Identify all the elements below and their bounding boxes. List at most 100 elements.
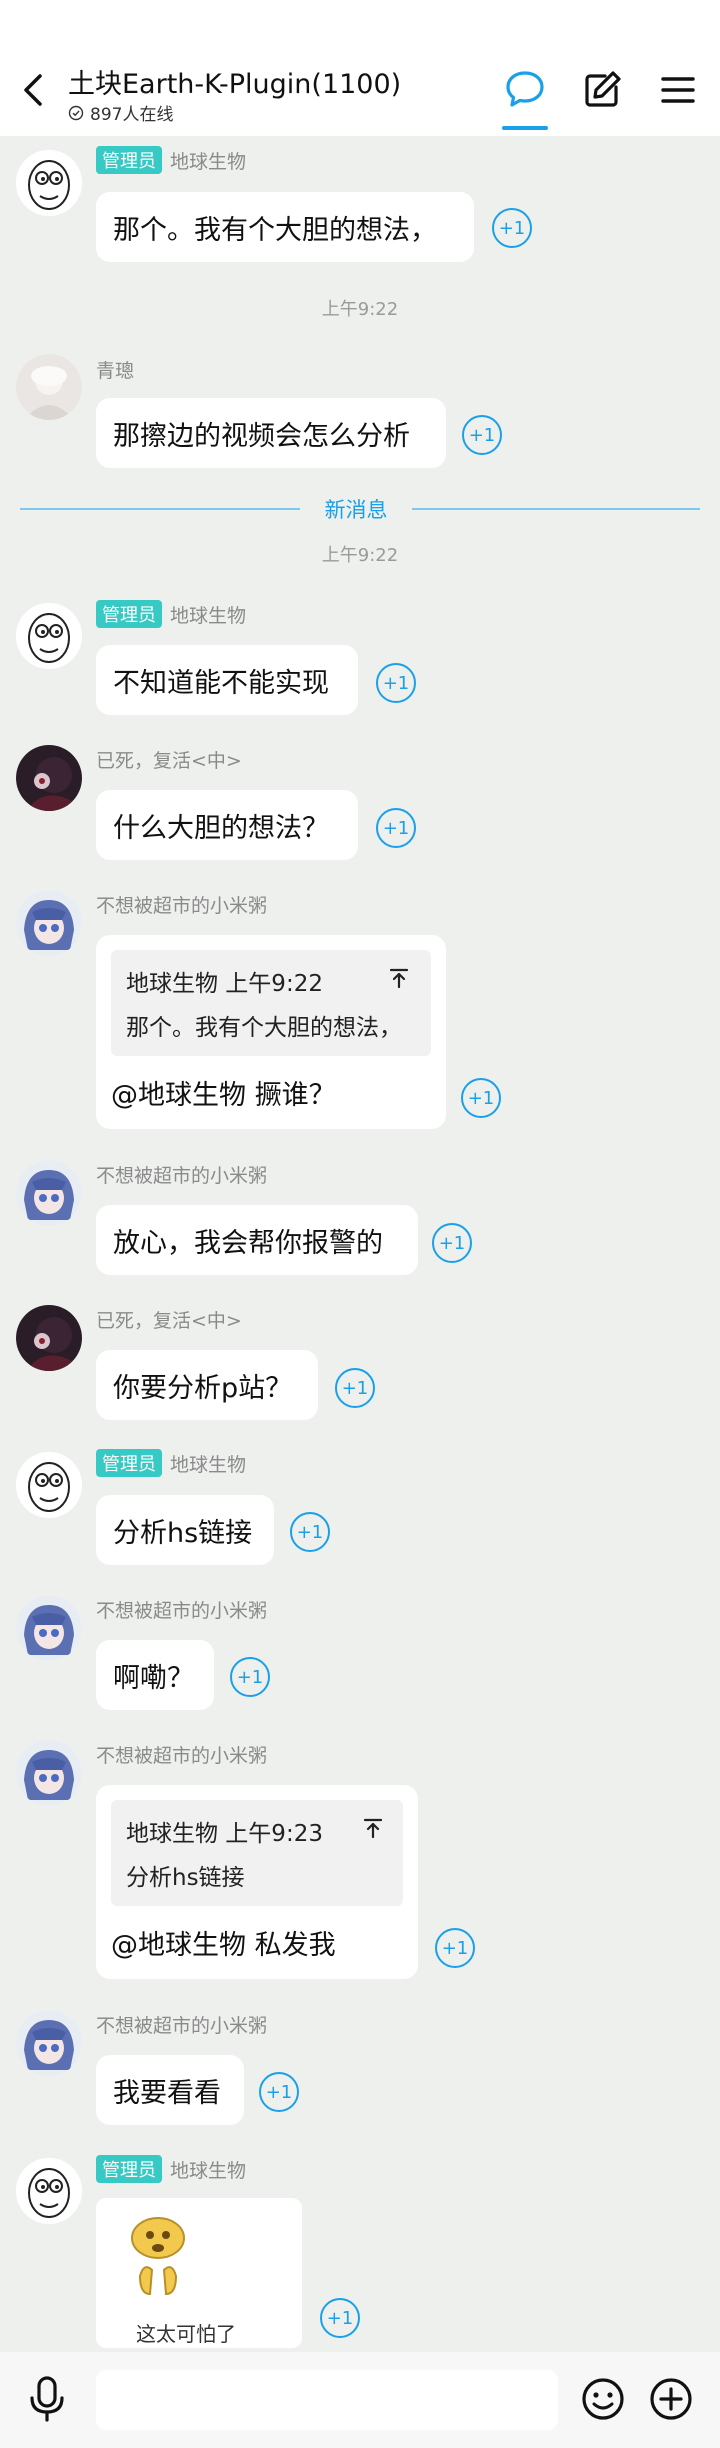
avatar-rage-face[interactable] (16, 2158, 82, 2224)
chat-tab-button[interactable] (503, 68, 547, 112)
message-bubble[interactable]: 我要看看 (96, 2055, 244, 2125)
rage-face-icon (16, 2158, 82, 2224)
hamburger-menu-icon (661, 77, 695, 103)
avatar-rage-face[interactable] (16, 603, 82, 669)
avatar-blue-anime[interactable] (16, 1595, 82, 1661)
sender-name: 已死，复活<中> (96, 750, 242, 772)
reply-text: @地球生物 私发我 (111, 1930, 336, 1961)
sender-row: 管理员 地球生物 (96, 2155, 246, 2183)
avatar-blue-anime[interactable] (16, 890, 82, 956)
rage-face-icon (16, 150, 82, 216)
sender-row: 青璁 (96, 356, 134, 383)
jump-to-quote-icon (389, 968, 409, 989)
avatar-rage-face[interactable] (16, 150, 82, 216)
sender-name: 青璁 (96, 360, 135, 382)
quoted-message[interactable]: 地球生物 上午9:23 分析hs链接 (111, 1800, 403, 1906)
new-messages-label: 新消息 (324, 498, 388, 522)
active-tab-indicator (502, 126, 548, 130)
avatar-blue-anime[interactable] (16, 2010, 82, 2076)
timestamp: 上午9:22 (321, 545, 399, 566)
back-button[interactable] (16, 68, 52, 112)
smiley-icon (582, 2378, 624, 2420)
plus-one-button[interactable]: +1 (230, 1657, 270, 1697)
sticker-caption: 这太可怕了 (136, 2322, 236, 2346)
new-messages-divider: 新消息 (20, 492, 700, 526)
rage-face-icon (16, 603, 82, 669)
reply-bubble[interactable]: 地球生物 上午9:23 分析hs链接 @地球生物 私发我 (96, 1785, 418, 1979)
sender-row: 不想被超市的小米粥 (96, 1596, 267, 1623)
plus-one-button[interactable]: +1 (462, 415, 502, 455)
user-photo-icon (16, 354, 82, 420)
rage-face-icon (16, 1452, 82, 1518)
quoted-message[interactable]: 地球生物 上午9:22 那个。我有个大胆的想法， (111, 950, 431, 1056)
sender-row: 不想被超市的小米粥 (96, 1741, 267, 1768)
anime-avatar-icon (16, 890, 82, 956)
anime-avatar-icon (16, 745, 82, 811)
admin-badge: 管理员 (96, 146, 162, 174)
anime-avatar-icon (16, 1305, 82, 1371)
chat-header: 土块Earth-K-Plugin(1100) 897人在线 (0, 0, 720, 136)
plus-one-button[interactable]: +1 (376, 663, 416, 703)
quote-text: 那个。我有个大胆的想法， (126, 1015, 402, 1041)
sender-name: 地球生物 (170, 150, 247, 173)
online-count: 897人在线 (68, 100, 173, 125)
avatar-dark-anime[interactable] (16, 1305, 82, 1371)
plus-one-button[interactable]: +1 (320, 2298, 360, 2338)
quote-header: 地球生物 上午9:23 (126, 1821, 323, 1847)
avatar-blue-anime[interactable] (16, 1740, 82, 1806)
divider-line (20, 508, 300, 510)
message-bubble[interactable]: 放心，我会帮你报警的 (96, 1205, 418, 1275)
sender-name: 已死，复活<中> (96, 1310, 242, 1332)
admin-badge: 管理员 (96, 2155, 162, 2183)
avatar-rage-face[interactable] (16, 1452, 82, 1518)
edit-icon (585, 71, 621, 107)
avatar-qingcong[interactable] (16, 354, 82, 420)
avatar-blue-anime[interactable] (16, 1160, 82, 1226)
sender-row: 不想被超市的小米粥 (96, 2011, 267, 2038)
emoji-button[interactable] (580, 2376, 626, 2422)
sender-name: 不想被超市的小米粥 (96, 895, 268, 917)
more-button[interactable] (648, 2376, 694, 2422)
sender-name: 不想被超市的小米粥 (96, 1600, 268, 1622)
message-bubble[interactable]: 不知道能不能实现 (96, 645, 358, 715)
menu-button[interactable] (656, 68, 700, 112)
anime-avatar-icon (16, 2010, 82, 2076)
quote-text: 分析hs链接 (126, 1865, 245, 1891)
sender-row: 管理员 地球生物 (96, 600, 246, 628)
admin-badge: 管理员 (96, 600, 162, 628)
voice-button[interactable] (24, 2374, 70, 2424)
sender-name: 地球生物 (170, 2159, 247, 2182)
input-bar (0, 2352, 720, 2448)
divider-line (412, 508, 700, 510)
plus-one-button[interactable]: +1 (335, 1368, 375, 1408)
group-title[interactable]: 土块Earth-K-Plugin(1100) (68, 62, 401, 101)
admin-badge: 管理员 (96, 1449, 162, 1477)
avatar-dark-anime[interactable] (16, 745, 82, 811)
edit-button[interactable] (580, 68, 624, 112)
chat-bubble-icon (506, 71, 544, 107)
message-bubble[interactable]: 啊嘞？ (96, 1640, 214, 1710)
sender-row: 已死，复活<中> (96, 746, 242, 773)
jump-to-quote-icon (363, 1818, 383, 1839)
message-input[interactable] (96, 2370, 558, 2430)
plus-one-button[interactable]: +1 (432, 1223, 472, 1263)
anime-avatar-icon (16, 1595, 82, 1661)
sender-row: 管理员 地球生物 (96, 1449, 246, 1477)
plus-one-button[interactable]: +1 (290, 1512, 330, 1552)
timestamp: 上午9:22 (321, 299, 399, 320)
reply-bubble[interactable]: 地球生物 上午9:22 那个。我有个大胆的想法， @地球生物 撅谁？ (96, 935, 446, 1129)
message-bubble[interactable]: 什么大胆的想法？ (96, 790, 358, 860)
sender-name: 不想被超市的小米粥 (96, 1165, 268, 1187)
plus-one-button[interactable]: +1 (435, 1928, 475, 1968)
message-bubble[interactable]: 你要分析p站？ (96, 1350, 318, 1420)
message-bubble[interactable]: 那个。我有个大胆的想法， (96, 192, 474, 262)
sticker-message[interactable]: 这太可怕了 (96, 2198, 302, 2348)
plus-one-button[interactable]: +1 (492, 208, 532, 248)
plus-one-button[interactable]: +1 (461, 1078, 501, 1118)
chevron-left-icon (24, 74, 42, 106)
microphone-icon (30, 2376, 64, 2422)
plus-one-button[interactable]: +1 (376, 808, 416, 848)
message-bubble[interactable]: 分析hs链接 (96, 1495, 274, 1565)
message-bubble[interactable]: 那擦边的视频会怎么分析 (96, 398, 446, 468)
plus-one-button[interactable]: +1 (259, 2072, 299, 2112)
